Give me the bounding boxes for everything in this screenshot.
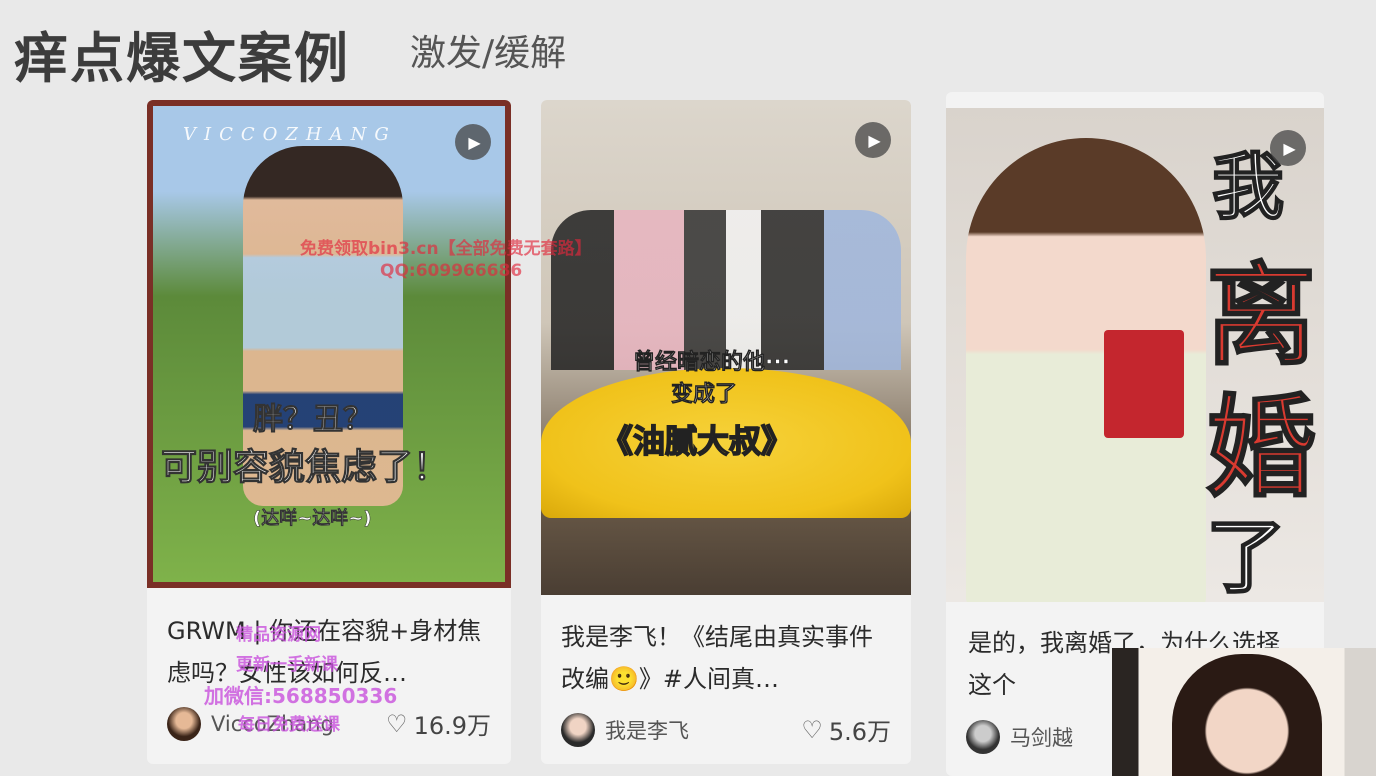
card-meta: 我是李飞 ♡ 5.6万 <box>561 712 891 747</box>
cover-caption: 变成了 <box>671 382 738 408</box>
webcam-overlay <box>1112 648 1376 776</box>
play-icon[interactable]: ▶ <box>455 124 491 160</box>
cover-caption: 曾经暗恋的他··· <box>633 350 791 376</box>
watermark-text: 更新一手新课 <box>236 655 338 675</box>
page-title: 痒点爆文案例 <box>14 27 350 90</box>
page-subtitle: 激发/缓解 <box>410 33 567 74</box>
play-icon[interactable]: ▶ <box>855 122 891 158</box>
cover-caption: (达咩~达咩~) <box>253 508 372 530</box>
like-count-value: 16.9万 <box>413 712 491 740</box>
avatar[interactable] <box>561 712 595 747</box>
cover-image[interactable]: 我 离 婚 了 ▶ <box>946 108 1324 602</box>
presenter-face <box>1172 654 1322 776</box>
watermark-text: 免费领取bin3.cn【全部免费无套路】 <box>300 239 592 259</box>
heart-icon[interactable]: ♡ <box>386 710 408 738</box>
watermark-text: 精品资源网 <box>236 625 321 645</box>
cover-caption: 了 <box>1205 509 1287 602</box>
cover-caption: 胖？丑？ <box>253 402 374 438</box>
cover-caption: 《油腻大叔》 <box>600 421 794 461</box>
watermark-text: QQ:609966686 <box>380 261 523 281</box>
author-name[interactable]: 我是李飞 <box>605 715 801 745</box>
cover-image[interactable]: VICCOZHANG 胖？丑？ 可别容貌焦虑了！ (达咩~达咩~) ▶ <box>147 100 511 588</box>
card-title[interactable]: 我是李飞！《结尾由真实事件改编🙂》#人间真… <box>561 616 881 700</box>
heart-icon[interactable]: ♡ <box>801 716 823 744</box>
cover-caption: 可别容貌焦虑了！ <box>160 447 450 489</box>
avatar[interactable] <box>966 720 1000 754</box>
certificate-image <box>1104 330 1184 438</box>
avatar[interactable] <box>167 706 201 741</box>
like-count[interactable]: ♡ 16.9万 <box>386 706 491 741</box>
like-count[interactable]: ♡ 5.6万 <box>801 712 891 747</box>
watermark-text: 每日免费送课 <box>238 715 340 735</box>
like-count-value: 5.6万 <box>828 718 891 746</box>
cover-brand-text: VICCOZHANG <box>183 124 397 145</box>
cover-image[interactable]: 曾经暗恋的他··· 变成了 《油腻大叔》 ▶ <box>541 100 911 595</box>
play-icon[interactable]: ▶ <box>1270 130 1306 166</box>
note-card[interactable]: 曾经暗恋的他··· 变成了 《油腻大叔》 ▶ 我是李飞！《结尾由真实事件改编🙂》… <box>541 100 911 764</box>
watermark-text: 加微信:568850336 <box>204 684 398 708</box>
